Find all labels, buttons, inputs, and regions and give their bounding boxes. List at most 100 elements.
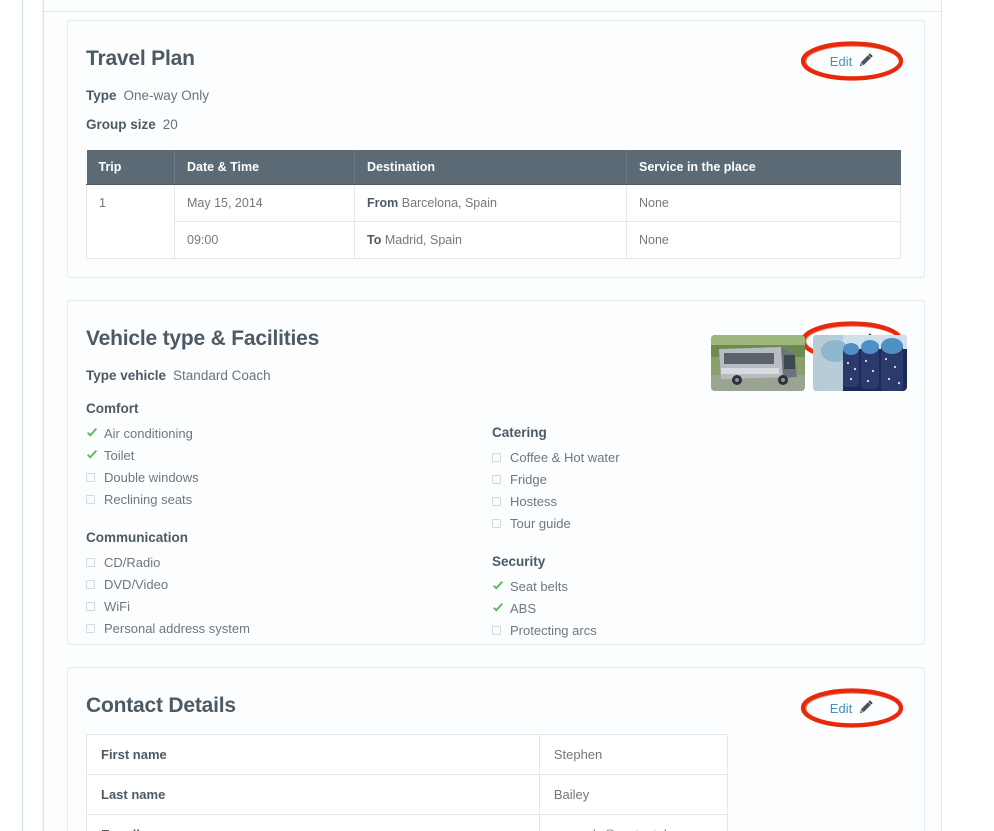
destination-place-from: Barcelona, Spain [401, 196, 497, 210]
facility-label: Double windows [104, 469, 199, 485]
vehicle-thumbnails [711, 335, 907, 391]
column-header-service: Service in the place [626, 150, 901, 185]
group-title-catering: Catering [492, 425, 547, 440]
edit-button-travel-plan[interactable]: Edit [798, 39, 906, 83]
section-travel-plan: Travel Plan Edit Type One-way Only Group… [67, 20, 925, 278]
list-item[interactable]: Fridge [492, 468, 822, 490]
facility-label: Tour guide [510, 515, 571, 531]
page-edge-rule-left [22, 0, 23, 831]
cell-service-to: None [626, 221, 901, 259]
table-row: E-mail example@rentautobus.com [86, 814, 729, 831]
contact-details-table: First name Stephen Last name Bailey E-ma… [86, 734, 729, 831]
column-header-trip: Trip [86, 150, 175, 185]
list-item[interactable]: Double windows [86, 466, 486, 488]
check-icon [86, 449, 104, 461]
trips-table-header: Trip Date & Time Destination Service in … [86, 150, 901, 185]
facility-label: ABS [510, 600, 537, 616]
list-item[interactable]: DVD/Video [86, 573, 486, 595]
list-item[interactable]: Reclining seats [86, 488, 486, 510]
edit-button-label: Edit [829, 53, 853, 69]
contact-label-last-name: Last name [86, 774, 540, 815]
field-type-vehicle-label: Type vehicle [86, 368, 167, 383]
cell-destination-to: To Madrid, Spain [354, 221, 627, 259]
edit-annotation-wrap-contact: Edit [798, 686, 906, 730]
list-item[interactable]: CD/Radio [86, 551, 486, 573]
facility-label: Air conditioning [104, 425, 193, 441]
facilities-column-left: Comfort Air conditioning Toilet Double w… [86, 401, 486, 639]
table-row: Last name Bailey [86, 774, 729, 815]
column-header-destination: Destination [354, 150, 627, 185]
coach-exterior-thumbnail[interactable] [711, 335, 805, 391]
edit-button-label: Edit [829, 700, 853, 716]
list-item[interactable]: Coffee & Hot water [492, 446, 822, 468]
empty-checkbox-icon [492, 518, 510, 528]
coach-seats-interior-thumbnail[interactable] [813, 335, 907, 391]
facility-label: Seat belts [510, 578, 568, 594]
cell-time: 09:00 [174, 221, 355, 259]
trips-table-body: 1 May 15, 2014 From Barcelona, Spain Non… [86, 184, 901, 259]
empty-checkbox-icon [86, 472, 104, 482]
facility-label: Personal address system [104, 620, 250, 636]
facility-list-communication: CD/Radio DVD/Video WiFi Personal address… [86, 551, 486, 639]
facility-list-comfort: Air conditioning Toilet Double windows R… [86, 422, 486, 510]
field-type: Type One-way Only [86, 87, 906, 105]
empty-checkbox-icon [492, 452, 510, 462]
facility-list-catering: Coffee & Hot water Fridge Hostess Tour g… [492, 446, 822, 534]
page-title-contact-details: Contact Details [86, 694, 236, 717]
contact-value-last-name: Bailey [538, 774, 729, 815]
cell-trip-number-empty [86, 221, 175, 259]
facility-label: Toilet [104, 447, 135, 463]
main-content: Travel Plan Edit Type One-way Only Group… [67, 20, 925, 831]
field-group-size: Group size 20 [86, 116, 906, 134]
facility-label: Reclining seats [104, 491, 193, 507]
empty-checkbox-icon [492, 496, 510, 506]
facility-label: WiFi [104, 598, 130, 614]
field-group-size-value: 20 [162, 117, 178, 132]
list-item[interactable]: Seat belts [492, 575, 822, 597]
empty-checkbox-icon [492, 474, 510, 484]
list-item[interactable]: Tour guide [492, 512, 822, 534]
edit-button-contact-details[interactable]: Edit [798, 686, 906, 730]
facility-list-security: Seat belts ABS Protecting arcs [492, 575, 822, 641]
direction-label-to: To [367, 233, 382, 247]
facilities-column-right: Catering Coffee & Hot water Fridge Hoste… [492, 401, 822, 641]
section-contact-details: Contact Details Edit First name Stephen … [67, 667, 925, 831]
destination-place-to: Madrid, Spain [384, 233, 462, 247]
empty-checkbox-icon [86, 494, 104, 504]
facility-label: Coffee & Hot water [510, 449, 620, 465]
facilities-grid: Comfort Air conditioning Toilet Double w… [86, 401, 906, 638]
section-vehicle-type-facilities: Vehicle type & Facilities Edit [67, 300, 925, 645]
check-icon [492, 580, 510, 592]
check-icon [86, 427, 104, 439]
page-title-travel-plan: Travel Plan [86, 47, 195, 70]
table-row: First name Stephen [86, 734, 729, 775]
contact-label-first-name: First name [86, 734, 540, 775]
empty-checkbox-icon [492, 625, 510, 635]
empty-checkbox-icon [86, 579, 104, 589]
list-item[interactable]: Protecting arcs [492, 619, 822, 641]
facility-label: Hostess [510, 493, 557, 509]
page-root: Travel Plan Edit Type One-way Only Group… [0, 0, 994, 831]
facility-label: Fridge [510, 471, 547, 487]
list-item[interactable]: Personal address system [86, 617, 486, 639]
list-item[interactable]: WiFi [86, 595, 486, 617]
pencil-icon [859, 699, 874, 717]
column-header-date-time: Date & Time [174, 150, 355, 185]
contact-details-body: First name Stephen Last name Bailey E-ma… [86, 734, 729, 831]
list-item[interactable]: Toilet [86, 444, 486, 466]
cell-date: May 15, 2014 [174, 184, 355, 222]
list-item[interactable]: ABS [492, 597, 822, 619]
list-item[interactable]: Air conditioning [86, 422, 486, 444]
empty-checkbox-icon [86, 623, 104, 633]
cell-destination-from: From Barcelona, Spain [354, 184, 627, 222]
edit-annotation-wrap-travel-plan: Edit [798, 39, 906, 83]
facility-label: DVD/Video [104, 576, 169, 592]
page-top-divider [43, 11, 942, 12]
check-icon [492, 602, 510, 614]
field-type-value: One-way Only [123, 88, 210, 103]
contact-value-email: example@rentautobus.com [538, 814, 729, 831]
list-item[interactable]: Hostess [492, 490, 822, 512]
empty-checkbox-icon [86, 557, 104, 567]
cell-service-from: None [626, 184, 901, 222]
table-row: 1 May 15, 2014 From Barcelona, Spain Non… [86, 184, 901, 222]
